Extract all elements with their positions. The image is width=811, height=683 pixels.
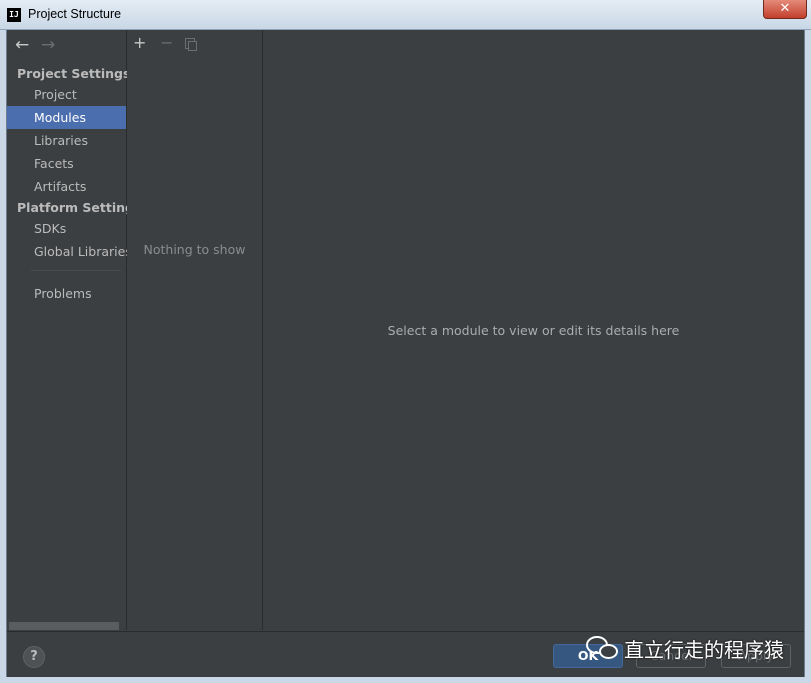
sidebar-item-libraries[interactable]: Libraries: [7, 129, 126, 152]
wechat-icon: [586, 634, 620, 662]
module-details-panel: Select a module to view or edit its deta…: [263, 30, 804, 630]
sidebar-item-artifacts[interactable]: Artifacts: [7, 175, 126, 198]
sidebar-divider: [31, 270, 121, 271]
sidebar-item-global-libraries[interactable]: Global Libraries: [7, 240, 132, 263]
watermark-text: 直立行走的程序猿: [624, 637, 784, 662]
section-header-project-settings: Project Settings: [17, 66, 131, 81]
project-structure-dialog: ← → Project Settings Project Modules Lib…: [6, 30, 805, 677]
remove-icon[interactable]: −: [160, 32, 173, 54]
sidebar-horizontal-scrollbar[interactable]: [9, 622, 119, 630]
sidebar-item-facets[interactable]: Facets: [7, 152, 126, 175]
forward-arrow-icon[interactable]: →: [41, 36, 55, 54]
window-title: Project Structure: [28, 7, 122, 21]
window-frame-bottom: [0, 677, 811, 683]
details-placeholder-message: Select a module to view or edit its deta…: [387, 323, 680, 338]
title-bar: IJ Project Structure ✕: [0, 0, 811, 30]
sidebar-item-project[interactable]: Project: [7, 83, 126, 106]
modules-list-panel: + − Nothing to show: [127, 30, 263, 630]
sidebar-item-problems[interactable]: Problems: [7, 282, 126, 305]
sidebar-item-modules[interactable]: Modules: [7, 106, 126, 129]
settings-sidebar: ← → Project Settings Project Modules Lib…: [7, 30, 141, 630]
copy-icon[interactable]: [185, 38, 197, 51]
window-frame-right: [805, 30, 811, 683]
close-button[interactable]: ✕: [763, 0, 807, 19]
help-button[interactable]: ?: [23, 646, 45, 668]
sidebar-item-sdks[interactable]: SDKs: [7, 217, 126, 240]
intellij-app-icon: IJ: [7, 8, 21, 22]
empty-list-message: Nothing to show: [143, 242, 246, 257]
add-icon[interactable]: +: [133, 32, 146, 54]
section-header-platform-settings: Platform Settings: [17, 200, 142, 215]
back-arrow-icon[interactable]: ←: [15, 36, 29, 54]
wechat-watermark: 直立行走的程序猿: [586, 632, 784, 664]
